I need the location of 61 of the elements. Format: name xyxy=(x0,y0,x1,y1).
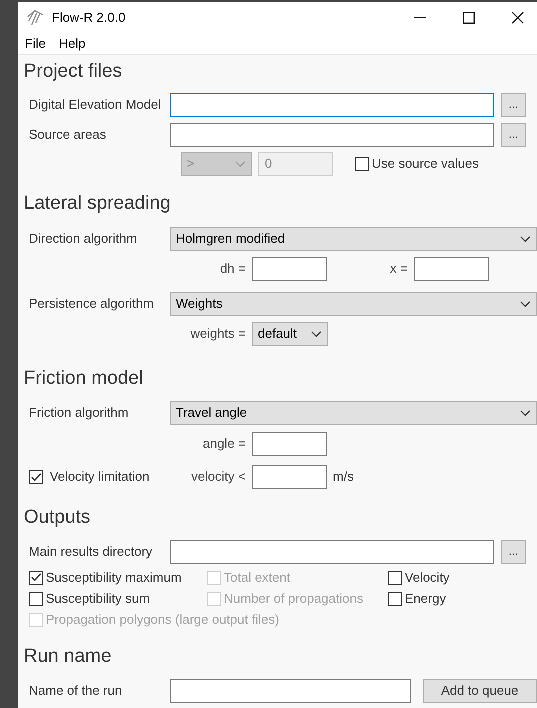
field-label: velocity < xyxy=(190,468,247,486)
section-heading: Project files xyxy=(23,60,122,84)
chevron-down-icon xyxy=(311,330,322,338)
checkbox[interactable] xyxy=(29,470,43,484)
checkbox[interactable] xyxy=(355,157,369,171)
chevron-down-icon xyxy=(520,300,531,308)
text-field[interactable] xyxy=(170,679,411,703)
text-field[interactable] xyxy=(252,432,327,456)
checkbox[interactable] xyxy=(388,592,402,606)
field-label: Main results directory xyxy=(28,543,154,562)
text-field[interactable] xyxy=(252,465,327,489)
window-title: Flow-R 2.0.0 xyxy=(52,9,126,28)
checkbox-label: Propagation polygons (large output files) xyxy=(46,610,280,629)
chevron-down-icon xyxy=(520,236,531,242)
checkbox-label: Velocity limitation xyxy=(50,468,150,486)
browse-button[interactable]: ... xyxy=(501,93,526,117)
field-label: Direction algorithm xyxy=(28,230,138,248)
checkbox[interactable] xyxy=(29,592,43,606)
dropdown[interactable]: Travel angle xyxy=(170,401,537,425)
browse-button[interactable]: ... xyxy=(501,540,526,564)
field-label: Digital Elevation Model xyxy=(28,96,162,114)
browse-button[interactable]: ... xyxy=(501,123,526,147)
app-icon xyxy=(26,9,46,27)
dropdown[interactable]: Weights xyxy=(170,292,537,316)
chevron-down-icon xyxy=(235,160,246,168)
checkbox[interactable] xyxy=(29,570,43,584)
text-field[interactable] xyxy=(252,257,327,281)
field-label: dh = xyxy=(219,260,247,278)
field-label: Name of the run xyxy=(28,682,124,700)
add-to-queue-button[interactable]: Add to queue xyxy=(423,679,537,703)
menu-item[interactable]: File xyxy=(20,34,51,54)
text-field[interactable] xyxy=(414,257,489,281)
dropdown[interactable]: Holmgren modified xyxy=(170,227,537,251)
dropdown[interactable]: default xyxy=(252,322,328,346)
section-heading: Run name xyxy=(23,644,112,669)
checkbox-label: Total extent xyxy=(224,568,290,587)
field-label: Source areas xyxy=(28,126,108,144)
field-label: Persistence algorithm xyxy=(28,295,155,314)
minimize-icon[interactable] xyxy=(414,17,426,19)
maximize-icon[interactable] xyxy=(463,12,475,24)
checkbox-label: Susceptibility sum xyxy=(46,590,150,608)
checkbox-label: Energy xyxy=(405,590,446,608)
close-icon[interactable] xyxy=(512,12,524,24)
checkbox-label: Susceptibility maximum xyxy=(46,568,182,587)
checkbox-label: Use source values xyxy=(372,155,479,174)
text-field[interactable] xyxy=(170,123,494,147)
field-label: Friction algorithm xyxy=(28,404,130,422)
field-label: weights = xyxy=(190,325,247,344)
field-label: x = xyxy=(389,260,409,278)
section-heading: Friction model xyxy=(23,366,144,391)
section-heading: Lateral spreading xyxy=(23,192,171,216)
text-field[interactable] xyxy=(170,93,494,117)
field-label: angle = xyxy=(202,435,247,454)
unit-label: m/s xyxy=(333,468,354,486)
checkbox[interactable] xyxy=(388,570,402,584)
checkbox-label: Number of propagations xyxy=(224,590,364,608)
text-field[interactable] xyxy=(170,540,494,564)
chevron-down-icon xyxy=(520,410,531,416)
section-heading: Outputs xyxy=(23,506,91,530)
menu-item[interactable]: Help xyxy=(54,34,91,54)
checkbox-label: Velocity xyxy=(405,568,450,587)
